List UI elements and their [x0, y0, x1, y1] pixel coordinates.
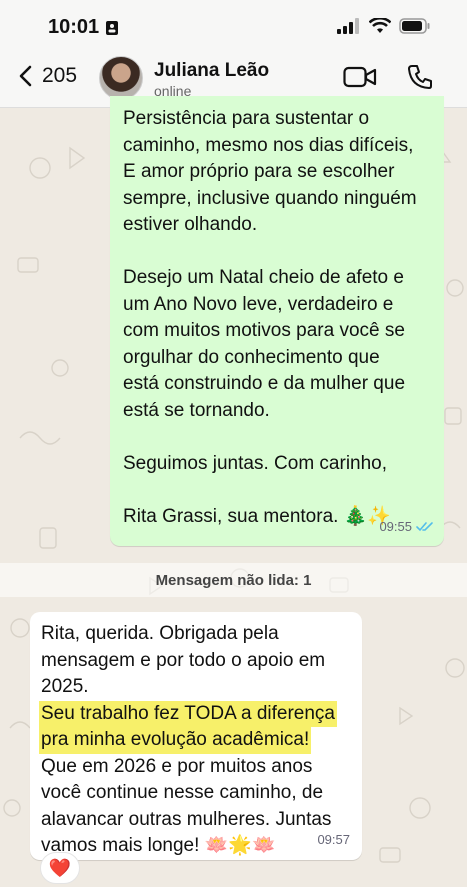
header-actions: [343, 64, 433, 90]
incoming-message-line: alavancar outras mulheres. Juntas: [41, 808, 332, 830]
incoming-message-line: mensagem e por todo o apoio em: [41, 649, 326, 671]
unread-divider: Mensagem não lida: 1: [0, 563, 467, 597]
outgoing-message-line: sempre, inclusive quando ninguém: [123, 187, 417, 209]
phone-call-icon[interactable]: [407, 64, 433, 90]
back-button[interactable]: 205: [18, 64, 77, 88]
heart-reaction[interactable]: ❤️: [40, 852, 80, 884]
outgoing-message[interactable]: Persistência para sustentar o caminho, me…: [110, 96, 444, 546]
clock-text: 10:01: [48, 16, 100, 38]
outgoing-message-line: Desejo um Natal cheio de afeto e: [123, 267, 404, 288]
incoming-message-line: vamos mais longe! 🪷🌟🪷: [41, 835, 276, 856]
outgoing-time: 09:55: [379, 518, 412, 534]
incoming-message[interactable]: Rita, querida. Obrigada pela mensagem e p…: [30, 612, 362, 860]
chat-screen: 10:01 205 Juliana Leão online Persistênc…: [0, 0, 467, 887]
video-call-icon[interactable]: [343, 65, 377, 89]
status-icons: [337, 18, 431, 34]
outgoing-message-meta: 09:55: [379, 514, 434, 541]
wifi-icon: [369, 18, 391, 33]
read-receipt-icon: [416, 522, 433, 532]
back-count: 205: [42, 64, 78, 87]
outgoing-message-line: com muitos motivos para você se: [123, 320, 405, 341]
outgoing-message-line: E amor próprio para se escolher: [123, 161, 395, 182]
outgoing-message-line: está se tornando.: [123, 399, 270, 421]
incoming-message-line: pra minha evolução acadêmica!: [39, 727, 312, 754]
incoming-message-line: 2025.: [41, 676, 89, 697]
signal-icon: [337, 18, 359, 34]
outgoing-message-line: orgulhar do conhecimento que: [123, 346, 380, 368]
contact-name[interactable]: Juliana Leão: [154, 60, 269, 82]
incoming-message-line: você continue nesse caminho, de: [41, 782, 324, 803]
avatar[interactable]: [99, 56, 143, 100]
incoming-message-text: Rita, querida. Obrigada pela mensagem e p…: [39, 621, 352, 860]
incoming-message-line: Rita, querida. Obrigada pela: [41, 623, 279, 644]
outgoing-message-line: [123, 477, 432, 504]
status-time: 10:01: [48, 16, 119, 39]
chevron-left-icon: [19, 65, 32, 87]
outgoing-message-line: [123, 424, 432, 451]
outgoing-message-line: Seguimos juntas. Com carinho,: [123, 452, 388, 474]
incoming-time: 09:57: [317, 831, 350, 847]
battery-icon: [399, 18, 430, 34]
outgoing-message-line: Persistência para sustentar o: [123, 108, 370, 129]
focus-mode-icon: [106, 20, 119, 35]
outgoing-message-line: caminho, mesmo nos dias difíceis,: [123, 134, 414, 156]
status-bar: 10:01: [0, 0, 467, 52]
incoming-message-line: Seu trabalho fez TODA a diferença: [39, 700, 337, 727]
outgoing-message-line: estiver olhando.: [123, 214, 258, 235]
outgoing-message-line: está construindo e da mulher que: [123, 373, 406, 394]
outgoing-message-text: Persistência para sustentar o caminho, me…: [123, 106, 432, 530]
outgoing-message-line: [123, 239, 432, 266]
outgoing-message-line: um Ano Novo leve, verdadeiro e: [123, 293, 394, 315]
incoming-message-line: Que em 2026 e por muitos anos: [41, 755, 313, 777]
